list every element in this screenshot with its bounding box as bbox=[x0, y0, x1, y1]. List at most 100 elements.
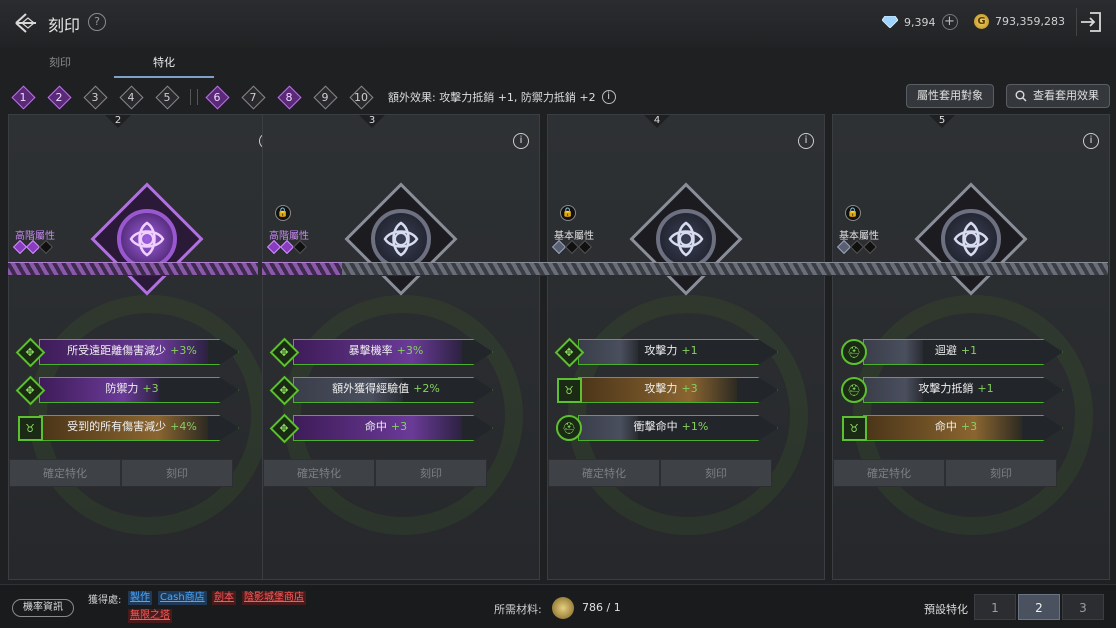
slot-4[interactable]: 4 bbox=[118, 84, 144, 110]
slot-8[interactable]: 8 bbox=[276, 84, 302, 110]
stat-row[interactable]: ✥ 額外獲得經驗值 +2% bbox=[269, 375, 495, 405]
preset-3-button[interactable]: 3 bbox=[1062, 594, 1104, 620]
chain-link-purple bbox=[262, 262, 342, 276]
stat-value: +3 bbox=[142, 382, 159, 395]
attribute-tier-label: 基本屬性 bbox=[554, 231, 594, 242]
slot-3[interactable]: 3 bbox=[82, 84, 108, 110]
back-button[interactable] bbox=[12, 10, 40, 36]
info-circle-icon[interactable]: i bbox=[601, 90, 616, 104]
tier-gem-icon bbox=[292, 239, 308, 255]
slot-6[interactable]: 6 bbox=[204, 84, 230, 110]
slot-2[interactable]: 2 bbox=[46, 84, 72, 110]
preset-1-button[interactable]: 1 bbox=[974, 594, 1016, 620]
specialization-panel: 3 i 🔒 高階屬性 ✥ 暴擊機率 +3% ✥ 額外獲得經驗值 +2% ✥ 命中 +3 確定特化 刻印 bbox=[262, 114, 540, 580]
attr-target-button[interactable]: 屬性套用對象 bbox=[906, 84, 994, 108]
slot-10[interactable]: 10 bbox=[348, 84, 374, 110]
specialization-panel: 4 i 🔒 基本屬性 ✥ 攻擊力 +1 ♉ 攻擊力 +3 ⛑ 衝擊命中 +1% 確定特化 刻印 bbox=[547, 114, 825, 580]
tier-gem-icon bbox=[38, 239, 54, 255]
engrave-button[interactable]: 刻印 bbox=[375, 459, 487, 487]
panel-action-buttons: 確定特化 刻印 bbox=[548, 459, 772, 489]
stat-text: 攻擊力抵銷 +1 bbox=[863, 377, 1049, 403]
celtic-knot-emblem-icon[interactable] bbox=[90, 182, 204, 296]
exit-button[interactable] bbox=[1076, 8, 1106, 36]
slot-9[interactable]: 9 bbox=[312, 84, 338, 110]
info-circle-icon[interactable]: i bbox=[513, 133, 529, 149]
confirm-specialize-button[interactable]: 確定特化 bbox=[9, 459, 121, 487]
stat-name: 命中 bbox=[364, 420, 387, 433]
confirm-specialize-button[interactable]: 確定特化 bbox=[548, 459, 660, 487]
info-circle-icon[interactable]: i bbox=[1083, 133, 1099, 149]
gold-count: 793,359,283 bbox=[995, 15, 1065, 28]
confirm-specialize-button[interactable]: 確定特化 bbox=[263, 459, 375, 487]
stat-text: 暴擊機率 +3% bbox=[293, 339, 479, 365]
info-circle-icon[interactable]: i bbox=[798, 133, 814, 149]
stat-value: +1 bbox=[977, 382, 994, 395]
stat-row[interactable]: ✥ 防禦力 +3 bbox=[15, 375, 241, 405]
specialization-slots: 1 2 3 4 5 6 7 8 9 10 額外效果: 攻擊力抵銷 +1, 防禦力… bbox=[10, 84, 616, 110]
confirm-specialize-button[interactable]: 確定特化 bbox=[833, 459, 945, 487]
stat-row[interactable]: ♉ 受到的所有傷害減少 +4% bbox=[15, 413, 241, 443]
panel-action-buttons: 確定特化 刻印 bbox=[833, 459, 1057, 489]
tab-specialize[interactable]: 特化 bbox=[114, 52, 214, 78]
stat-name: 所受遠距離傷害減少 bbox=[67, 344, 167, 357]
preset-2-button[interactable]: 2 bbox=[1018, 594, 1060, 620]
slot-5[interactable]: 5 bbox=[154, 84, 180, 110]
gold-currency: G 793,359,283 bbox=[974, 14, 1065, 29]
search-icon bbox=[1015, 90, 1027, 102]
obtain-link-craft[interactable]: 製作 bbox=[128, 591, 152, 605]
stat-row[interactable]: ✥ 命中 +3 bbox=[269, 413, 495, 443]
stat-name: 迴避 bbox=[934, 344, 957, 357]
top-bar: 刻印 ? 9,394 + G 793,359,283 bbox=[0, 0, 1116, 48]
celtic-knot-emblem-icon[interactable] bbox=[914, 182, 1028, 296]
stat-row[interactable]: ✥ 所受遠距離傷害減少 +3% bbox=[15, 337, 241, 367]
stat-row[interactable]: ✥ 攻擊力 +1 bbox=[554, 337, 780, 367]
lock-icon: 🔒 bbox=[845, 205, 861, 221]
attribute-tier-label: 高階屬性 bbox=[15, 231, 55, 242]
engrave-button[interactable]: 刻印 bbox=[660, 459, 772, 487]
obtain-link-infinite-tower[interactable]: 無限之塔 bbox=[128, 609, 172, 623]
stat-text: 命中 +3 bbox=[863, 415, 1049, 441]
stat-row[interactable]: ⛑ 衝擊命中 +1% bbox=[554, 413, 780, 443]
preset-label: 預設特化 bbox=[924, 603, 968, 616]
view-effect-button[interactable]: 查看套用效果 bbox=[1006, 84, 1110, 108]
celtic-knot-emblem-icon[interactable] bbox=[344, 182, 458, 296]
diamond-count: 9,394 bbox=[904, 15, 936, 29]
tab-engrave[interactable]: 刻印 bbox=[10, 52, 110, 78]
slot-7[interactable]: 7 bbox=[240, 84, 266, 110]
view-effect-label: 查看套用效果 bbox=[1033, 89, 1099, 102]
diamond-currency: 9,394 + bbox=[882, 14, 958, 30]
stat-name: 暴擊機率 bbox=[348, 344, 393, 357]
stat-text: 命中 +3 bbox=[293, 415, 479, 441]
rate-info-button[interactable]: 機率資訊 bbox=[12, 599, 74, 617]
specialization-panel: 5 i 🔒 基本屬性 ⛑ 迴避 +1 ⛑ 攻擊力抵銷 +1 ♉ 命中 +3 確定特化 刻印 bbox=[832, 114, 1110, 580]
obtain-link-cash-shop[interactable]: Cash商店 bbox=[158, 591, 207, 605]
stat-row[interactable]: ⛑ 迴避 +1 bbox=[839, 337, 1065, 367]
obtain-link-dungeon[interactable]: 劍本 bbox=[212, 591, 236, 605]
attribute-gems bbox=[12, 239, 54, 255]
attribute-gems bbox=[836, 239, 878, 255]
stat-value: +3 bbox=[681, 382, 698, 395]
stat-text: 防禦力 +3 bbox=[39, 377, 225, 403]
materials-value: 786 / 1 bbox=[582, 601, 621, 614]
back-arrow-icon bbox=[15, 13, 36, 33]
obtain-link-shadow-castle-shop[interactable]: 陰影城堡商店 bbox=[242, 591, 306, 605]
stat-text: 衝擊命中 +1% bbox=[578, 415, 764, 441]
lock-icon: 🔒 bbox=[560, 205, 576, 221]
stat-row[interactable]: ♉ 命中 +3 bbox=[839, 413, 1065, 443]
stat-row[interactable]: ✥ 暴擊機率 +3% bbox=[269, 337, 495, 367]
stat-row[interactable]: ⛑ 攻擊力抵銷 +1 bbox=[839, 375, 1065, 405]
question-circle-icon[interactable]: ? bbox=[88, 13, 106, 31]
bonus-effect-text: 額外效果: 攻擊力抵銷 +1, 防禦力抵銷 +2 bbox=[388, 91, 596, 104]
stat-value: +1 bbox=[681, 344, 698, 357]
add-diamond-button[interactable]: + bbox=[941, 14, 958, 30]
slot-1[interactable]: 1 bbox=[10, 84, 36, 110]
engrave-button[interactable]: 刻印 bbox=[945, 459, 1057, 487]
engrave-button[interactable]: 刻印 bbox=[121, 459, 233, 487]
panel-number: 4 bbox=[653, 115, 661, 126]
stat-row[interactable]: ♉ 攻擊力 +3 bbox=[554, 375, 780, 405]
materials-label: 所需材料: bbox=[494, 603, 542, 616]
attribute-tier-label: 高階屬性 bbox=[269, 231, 309, 242]
panel-number: 2 bbox=[114, 115, 122, 126]
stat-value: +1 bbox=[960, 344, 978, 357]
celtic-knot-emblem-icon[interactable] bbox=[629, 182, 743, 296]
